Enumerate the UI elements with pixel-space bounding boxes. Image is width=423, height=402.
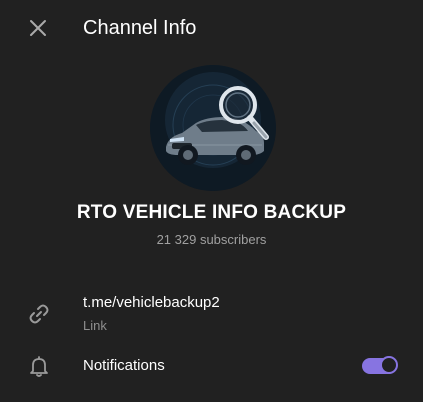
close-button[interactable]: [22, 12, 54, 44]
notifications-row[interactable]: Notifications: [0, 348, 423, 384]
header: Channel Info: [0, 0, 423, 56]
toggle-knob: [380, 356, 398, 374]
subscriber-count: 21 329 subscribers: [156, 232, 267, 247]
channel-name: RTO VEHICLE INFO BACKUP: [76, 202, 347, 223]
notifications-toggle[interactable]: [362, 356, 398, 376]
channel-avatar[interactable]: [150, 65, 276, 191]
link-label: Link: [83, 318, 107, 333]
link-icon: [27, 302, 51, 326]
channel-link[interactable]: t.me/vehiclebackup2: [83, 294, 220, 311]
avatar: [150, 65, 276, 191]
car-magnifier-avatar-icon: [150, 65, 276, 191]
bell-icon: [27, 354, 51, 378]
channel-info-panel: Channel Info RTO VEHICLE INFO BACKUP 21 …: [0, 0, 423, 402]
channel-link-row[interactable]: t.me/vehiclebackup2 Link: [0, 286, 423, 342]
page-title: Channel Info: [83, 17, 197, 39]
close-icon: [30, 20, 46, 36]
notifications-label: Notifications: [83, 357, 165, 374]
